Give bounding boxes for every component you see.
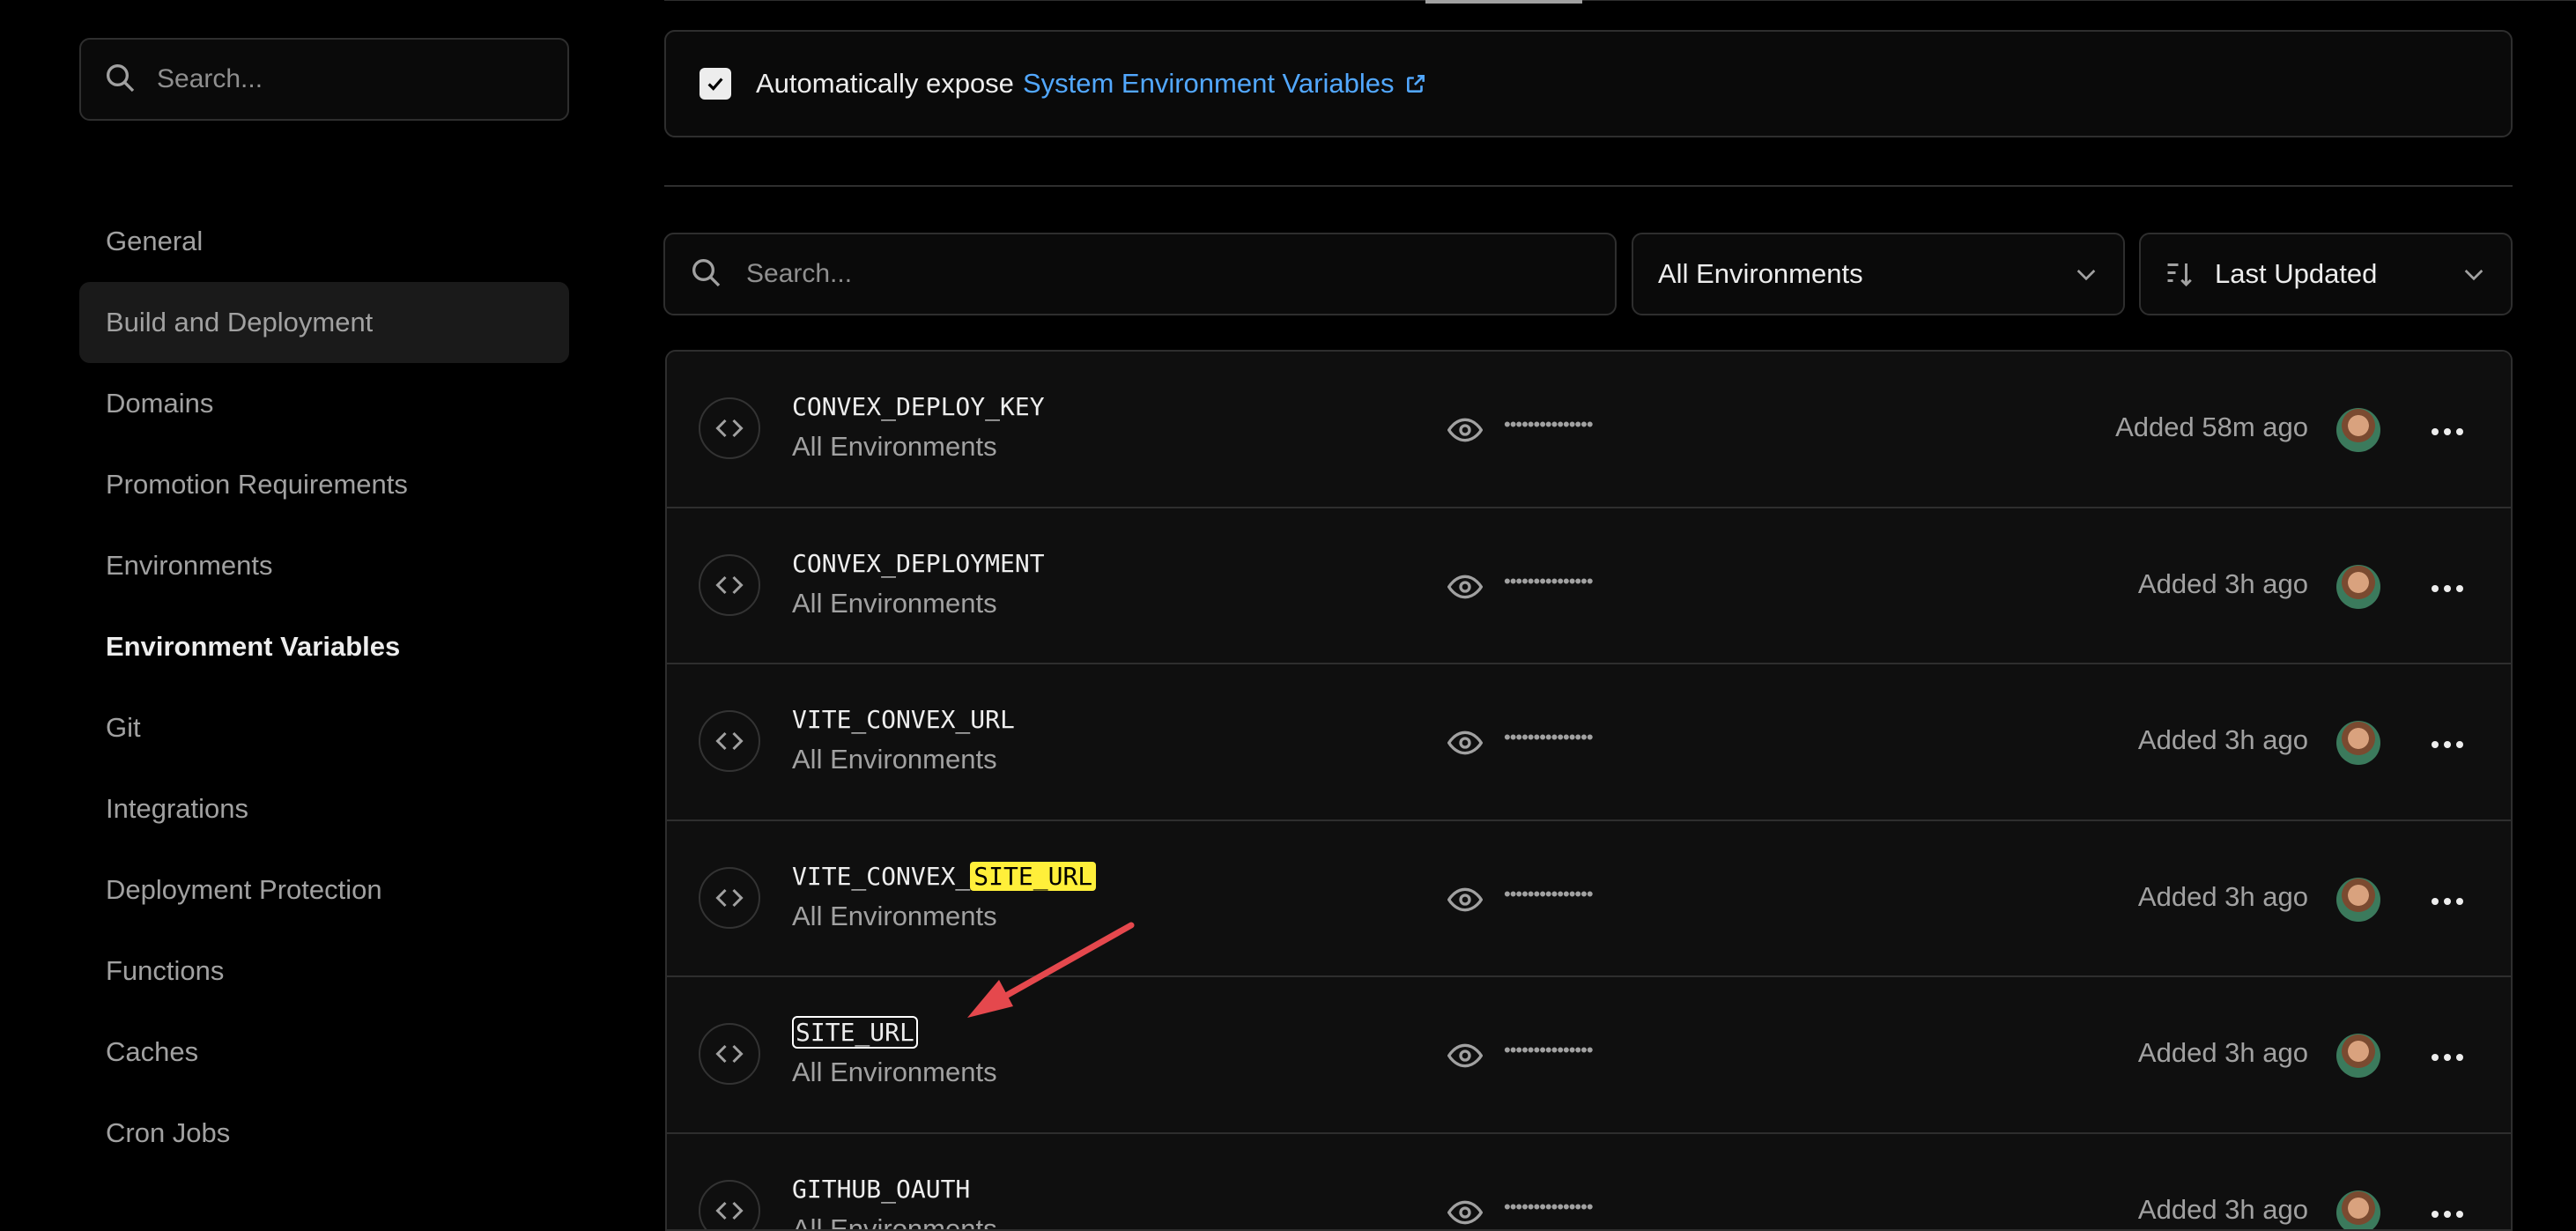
sidebar-item-general[interactable]: General	[79, 201, 569, 282]
code-icon	[699, 1180, 760, 1231]
variable-name: VITE_CONVEX_URL	[792, 705, 1015, 734]
eye-icon[interactable]	[1447, 728, 1483, 762]
chevron-down-icon	[2460, 260, 2488, 288]
eye-icon[interactable]	[1447, 1041, 1483, 1075]
variable-environment: All Environments	[792, 901, 997, 932]
section-divider	[664, 185, 2513, 187]
more-options-icon[interactable]	[2430, 426, 2465, 441]
search-highlight: SITE_URL	[970, 862, 1096, 891]
expose-label: Automatically expose	[756, 68, 1014, 100]
active-tab-indicator	[1425, 0, 1582, 4]
variable-environment: All Environments	[792, 744, 997, 775]
added-timestamp: Added 3h ago	[2138, 1194, 2308, 1226]
settings-sidebar: Search... General Build and Deployment D…	[0, 0, 617, 1204]
top-border	[664, 0, 2576, 1]
sidebar-item-environment-variables[interactable]: Environment Variables	[79, 606, 569, 687]
sidebar-item-functions[interactable]: Functions	[79, 931, 569, 1012]
variable-name: CONVEX_DEPLOYMENT	[792, 549, 1045, 578]
sort-icon	[2164, 258, 2195, 290]
code-icon	[699, 1023, 760, 1085]
variable-name: VITE_CONVEX_SITE_URL	[792, 862, 1096, 891]
masked-value: •••••••••••••••	[1504, 1196, 1593, 1219]
sidebar-item-git[interactable]: Git	[79, 687, 569, 768]
more-options-icon[interactable]	[2430, 895, 2465, 911]
checkmark-icon	[706, 74, 725, 93]
sidebar-search-input[interactable]: Search...	[79, 38, 569, 121]
sidebar-item-promotion-requirements[interactable]: Promotion Requirements	[79, 444, 569, 525]
list-item[interactable]: GITHUB_OAUTH All Environments ••••••••••…	[667, 1134, 2511, 1231]
avatar	[2336, 878, 2380, 922]
sidebar-item-environments[interactable]: Environments	[79, 525, 569, 606]
eye-icon[interactable]	[1447, 885, 1483, 919]
eye-icon[interactable]	[1447, 415, 1483, 449]
more-options-icon[interactable]	[2430, 1208, 2465, 1224]
environment-filter-select[interactable]: All Environments	[1632, 233, 2125, 315]
variable-name: SITE_URL	[792, 1018, 918, 1047]
avatar	[2336, 565, 2380, 609]
system-env-vars-link[interactable]: System Environment Variables	[1023, 68, 1428, 100]
search-icon	[688, 255, 723, 294]
variable-name: CONVEX_DEPLOY_KEY	[792, 392, 1045, 421]
external-link-icon	[1404, 72, 1427, 95]
variable-environment: All Environments	[792, 1213, 997, 1231]
code-icon	[699, 867, 760, 929]
system-env-vars-link-label: System Environment Variables	[1023, 68, 1395, 100]
added-timestamp: Added 3h ago	[2138, 568, 2308, 600]
eye-icon[interactable]	[1447, 1198, 1483, 1231]
sidebar-item-deployment-protection[interactable]: Deployment Protection	[79, 849, 569, 931]
variable-environment: All Environments	[792, 1057, 997, 1088]
sidebar-item-integrations[interactable]: Integrations	[79, 768, 569, 849]
added-timestamp: Added 3h ago	[2138, 724, 2308, 756]
variables-search-input[interactable]: Search...	[663, 233, 1617, 315]
search-icon	[102, 60, 137, 100]
variable-name-boxed: SITE_URL	[792, 1016, 918, 1049]
masked-value: •••••••••••••••	[1504, 570, 1593, 593]
sidebar-item-domains[interactable]: Domains	[79, 363, 569, 444]
code-icon	[699, 397, 760, 459]
added-timestamp: Added 3h ago	[2138, 1037, 2308, 1069]
sidebar-item-build-and-deployment[interactable]: Build and Deployment	[79, 282, 569, 363]
chevron-down-icon	[2072, 260, 2100, 288]
code-icon	[699, 554, 760, 616]
avatar	[2336, 1190, 2380, 1231]
avatar	[2336, 408, 2380, 452]
masked-value: •••••••••••••••	[1504, 726, 1593, 749]
list-item[interactable]: CONVEX_DEPLOYMENT All Environments •••••…	[667, 508, 2511, 665]
added-timestamp: Added 3h ago	[2138, 881, 2308, 913]
sidebar-item-cron-jobs[interactable]: Cron Jobs	[79, 1093, 569, 1174]
eye-icon[interactable]	[1447, 572, 1483, 606]
env-variables-list: CONVEX_DEPLOY_KEY All Environments •••••…	[665, 350, 2513, 1231]
sort-select[interactable]: Last Updated	[2139, 233, 2513, 315]
variables-search-placeholder: Search...	[746, 259, 852, 289]
more-options-icon[interactable]	[2430, 582, 2465, 598]
list-item[interactable]: VITE_CONVEX_SITE_URL All Environments ••…	[667, 821, 2511, 978]
masked-value: •••••••••••••••	[1504, 413, 1593, 436]
variable-name: GITHUB_OAUTH	[792, 1175, 970, 1204]
list-item[interactable]: SITE_URL All Environments ••••••••••••••…	[667, 977, 2511, 1134]
more-options-icon[interactable]	[2430, 1051, 2465, 1067]
masked-value: •••••••••••••••	[1504, 1039, 1593, 1062]
variable-environment: All Environments	[792, 431, 997, 463]
list-item[interactable]: VITE_CONVEX_URL All Environments •••••••…	[667, 664, 2511, 821]
variable-name-prefix: VITE_CONVEX_	[792, 862, 970, 891]
settings-nav: General Build and Deployment Domains Pro…	[79, 201, 569, 1174]
expose-system-env-panel: Automatically expose System Environment …	[664, 30, 2513, 137]
code-icon	[699, 710, 760, 772]
added-timestamp: Added 58m ago	[2115, 412, 2308, 443]
sidebar-item-caches[interactable]: Caches	[79, 1012, 569, 1093]
expose-checkbox[interactable]	[700, 68, 731, 100]
avatar	[2336, 1034, 2380, 1078]
list-item[interactable]: CONVEX_DEPLOY_KEY All Environments •••••…	[667, 352, 2511, 508]
sidebar-search-placeholder: Search...	[157, 64, 263, 94]
more-options-icon[interactable]	[2430, 738, 2465, 754]
sort-value: Last Updated	[2215, 258, 2460, 290]
variable-environment: All Environments	[792, 588, 997, 619]
masked-value: •••••••••••••••	[1504, 883, 1593, 906]
avatar	[2336, 721, 2380, 765]
environment-filter-value: All Environments	[1658, 258, 1863, 290]
